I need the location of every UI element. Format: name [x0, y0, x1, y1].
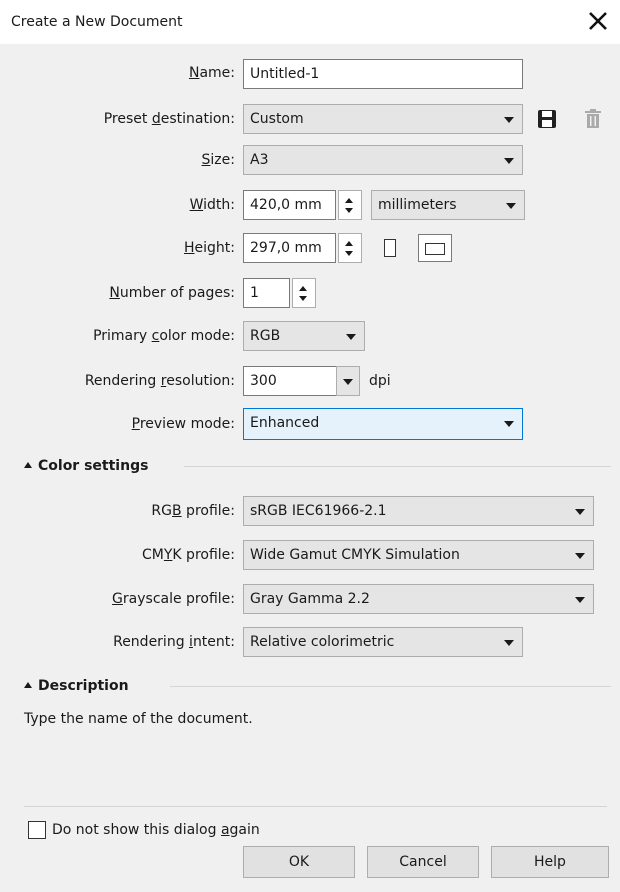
preview-mode-dropdown[interactable]: Enhanced [243, 408, 523, 440]
width-label: Width: [189, 197, 235, 213]
rendering-resolution-value: 300 [250, 373, 277, 389]
height-input[interactable]: 297,0 mm [243, 233, 336, 263]
arrow-down-icon[interactable] [345, 208, 353, 213]
rendering-resolution-label: Rendering resolution: [84, 373, 235, 389]
portrait-button[interactable] [377, 234, 403, 262]
collapse-description-icon[interactable] [24, 682, 32, 688]
help-button[interactable]: Help [491, 846, 609, 878]
description-heading[interactable]: Description [38, 677, 129, 695]
primary-color-mode-dropdown[interactable]: RGB [243, 321, 365, 351]
chevron-down-icon [504, 117, 514, 123]
chevron-down-icon [346, 334, 356, 340]
primary-color-mode-label: Primary color mode: [93, 328, 235, 344]
ok-button[interactable]: OK [243, 846, 355, 878]
description-divider [170, 686, 611, 687]
rendering-intent-value: Relative colorimetric [250, 634, 395, 650]
grayscale-profile-label: Grayscale profile: [112, 591, 235, 607]
preset-destination-label: Preset destination: [103, 111, 235, 127]
trash-icon[interactable] [582, 108, 604, 130]
grayscale-profile-dropdown[interactable]: Gray Gamma 2.2 [243, 584, 594, 614]
cmyk-profile-dropdown[interactable]: Wide Gamut CMYK Simulation [243, 540, 594, 570]
description-text: Type the name of the document. [24, 711, 253, 727]
portrait-icon [384, 239, 396, 257]
chevron-down-icon [343, 379, 353, 385]
do-not-show-checkbox[interactable] [28, 821, 46, 839]
footer-divider [24, 806, 607, 807]
landscape-button[interactable] [418, 234, 452, 262]
height-stepper[interactable] [338, 233, 362, 263]
do-not-show-label[interactable]: Do not show this dialog again [52, 821, 260, 839]
preview-mode-label: Preview mode: [131, 416, 235, 432]
chevron-down-icon [575, 553, 585, 559]
title-bar: Create a New Document [0, 0, 620, 44]
collapse-color-settings-icon[interactable] [24, 462, 32, 468]
rendering-intent-dropdown[interactable]: Relative colorimetric [243, 627, 523, 657]
primary-color-mode-value: RGB [250, 328, 281, 344]
rendering-intent-label: Rendering intent: [113, 634, 235, 650]
cmyk-profile-label: CMYK profile: [142, 547, 235, 563]
name-input[interactable]: Untitled-1 [243, 59, 523, 89]
color-settings-divider [184, 466, 611, 467]
preset-destination-dropdown[interactable]: Custom [243, 104, 523, 134]
chevron-down-icon [504, 421, 514, 427]
rgb-profile-label: RGB profile: [151, 503, 235, 519]
rendering-resolution-combo[interactable]: 300 [243, 366, 337, 396]
arrow-up-icon[interactable] [345, 198, 353, 203]
save-icon[interactable] [536, 108, 558, 130]
size-dropdown[interactable]: A3 [243, 145, 523, 175]
arrow-up-icon[interactable] [345, 241, 353, 246]
dialog-title: Create a New Document [11, 14, 183, 30]
arrow-down-icon[interactable] [299, 296, 307, 301]
landscape-icon [425, 243, 445, 255]
pages-stepper[interactable] [292, 278, 316, 308]
size-value: A3 [250, 152, 269, 168]
rgb-profile-dropdown[interactable]: sRGB IEC61966-2.1 [243, 496, 594, 526]
cancel-button[interactable]: Cancel [367, 846, 479, 878]
close-icon[interactable] [586, 8, 610, 34]
rgb-profile-value: sRGB IEC61966-2.1 [250, 503, 387, 519]
create-document-dialog: Create a New Document Name: Untitled-1 P… [0, 0, 620, 892]
arrow-up-icon[interactable] [299, 286, 307, 291]
resolution-dropdown-button[interactable] [336, 366, 360, 396]
cmyk-profile-value: Wide Gamut CMYK Simulation [250, 547, 460, 563]
name-label: Name: [188, 65, 235, 81]
dpi-unit-label: dpi [369, 373, 391, 389]
width-stepper[interactable] [338, 190, 362, 220]
chevron-down-icon [504, 640, 514, 646]
size-label: Size: [201, 152, 235, 168]
chevron-down-icon [575, 597, 585, 603]
width-input[interactable]: 420,0 mm [243, 190, 336, 220]
preset-destination-value: Custom [250, 111, 304, 127]
color-settings-heading[interactable]: Color settings [38, 457, 148, 475]
width-units-dropdown[interactable]: millimeters [371, 190, 525, 220]
chevron-down-icon [575, 509, 585, 515]
width-units-value: millimeters [378, 197, 457, 213]
arrow-down-icon[interactable] [345, 251, 353, 256]
number-of-pages-label: Number of pages: [109, 285, 235, 301]
preview-mode-value: Enhanced [250, 415, 320, 431]
chevron-down-icon [504, 158, 514, 164]
chevron-down-icon [506, 203, 516, 209]
number-of-pages-input[interactable]: 1 [243, 278, 290, 308]
grayscale-profile-value: Gray Gamma 2.2 [250, 591, 370, 607]
height-label: Height: [184, 240, 235, 256]
